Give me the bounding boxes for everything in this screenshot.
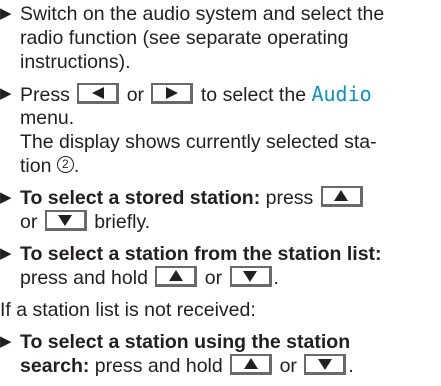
step1-line3: instructions). [20,51,131,73]
step2-display-line2: tion 2. [20,155,80,177]
up-arrow-key-icon [230,354,273,376]
down-arrow-key-icon [44,210,87,232]
press-text: Press [20,84,70,106]
or-text: or [126,84,145,106]
bullet-arrow-icon: ▶ [0,5,12,22]
bullet-arrow-icon: ▶ [0,85,12,102]
note-text: If a station list is not received: [0,299,256,321]
step2-line1: Press or to select the Audio [20,82,372,107]
bullet-arrow-icon: ▶ [0,189,12,206]
step1-line1: Switch on the audio system and select th… [20,3,385,25]
right-arrow-key-icon [151,83,194,105]
step5-bold-line2: search: [20,355,90,377]
step2-menu-word: menu. [20,107,75,129]
to-select-text: to select the [200,84,307,106]
step2-display-line1: The display shows currently selected sta… [20,131,377,153]
up-arrow-key-icon [155,266,198,288]
down-arrow-key-icon [304,354,347,376]
step3-line1: To select a stored station: press [20,186,365,210]
step3-line2: or briefly. [20,210,151,233]
step4-line1: To select a station from the station lis… [20,242,382,266]
down-arrow-key-icon [229,266,272,288]
left-arrow-key-icon [77,83,120,105]
callout-2-marker: 2 [56,156,74,174]
step4-bold: To select a station from the station lis… [20,243,382,265]
up-arrow-key-icon [320,186,363,208]
step5-bold-line1: To select a station using the station [20,331,351,353]
bullet-arrow-icon: ▶ [0,245,12,262]
step1-line2: radio function (see separate operating [20,27,349,49]
step5-line2: search: press and hold or . [20,354,354,377]
step3-bold: To select a stored station: [20,187,261,209]
audio-menu-label: Audio [311,82,372,106]
bullet-arrow-icon: ▶ [0,333,12,350]
step4-line2: press and hold or . [20,266,279,289]
step5-line1: To select a station using the station [20,330,350,354]
